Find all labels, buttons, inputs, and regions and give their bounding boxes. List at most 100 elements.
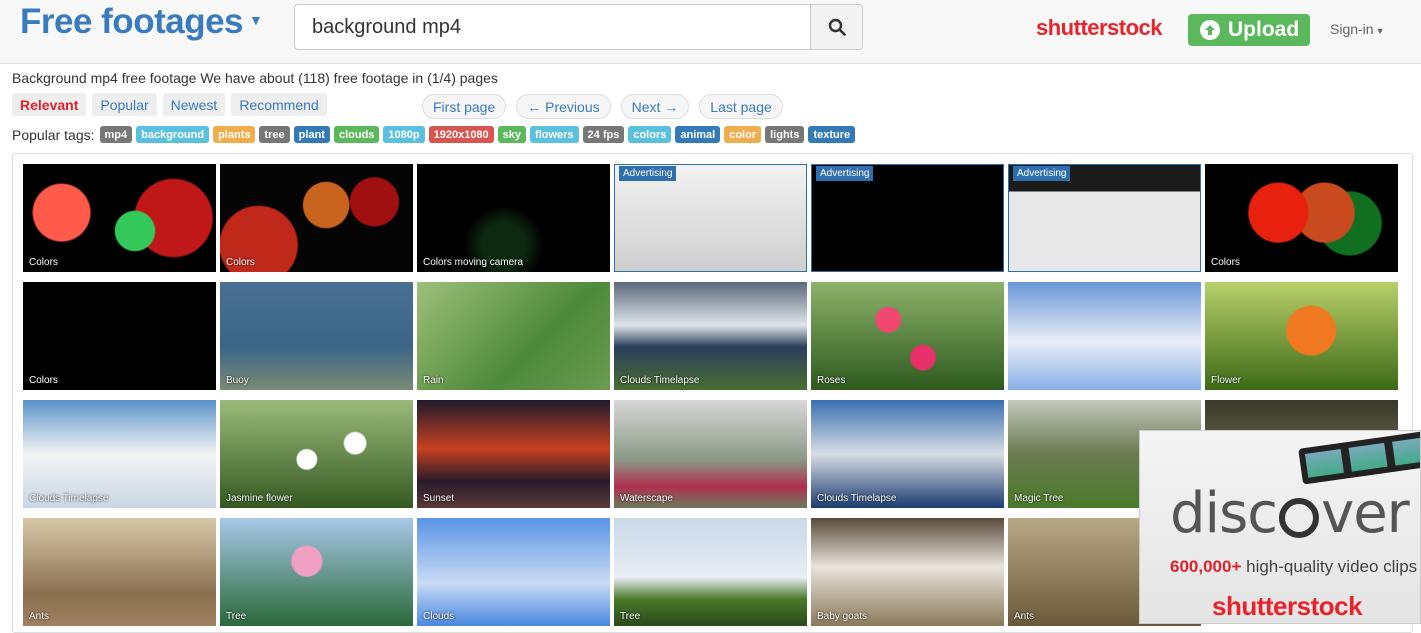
- next-page-button[interactable]: Next →: [620, 94, 690, 119]
- thumbnail-caption: Baby goats: [817, 611, 868, 622]
- tag-sky[interactable]: sky: [497, 126, 527, 143]
- footage-thumbnail[interactable]: Ants: [23, 518, 216, 626]
- footage-thumbnail[interactable]: Colors moving camera: [417, 164, 610, 272]
- signin-label: Sign-in: [1330, 21, 1374, 37]
- popular-tags-label: Popular tags:: [12, 126, 95, 143]
- shutterstock-logo[interactable]: shutterstock: [1036, 15, 1163, 41]
- thumbnail-caption: Clouds: [423, 611, 455, 622]
- sort-tab-relevant[interactable]: Relevant: [12, 93, 87, 116]
- search-input[interactable]: [295, 5, 811, 49]
- caret-down-icon: ▼: [1375, 26, 1385, 36]
- tag-colors[interactable]: colors: [628, 126, 672, 143]
- popular-tags: Popular tags: mp4 background plants tree pla…: [12, 126, 856, 143]
- tag-animal[interactable]: animal: [675, 126, 721, 143]
- thumbnail-caption: Colors: [29, 375, 58, 386]
- footage-thumbnail[interactable]: Clouds Timelapse: [811, 400, 1004, 508]
- tag-clouds[interactable]: clouds: [333, 126, 380, 143]
- thumbnail-caption: Buoy: [226, 375, 249, 386]
- tag-texture[interactable]: texture: [808, 126, 856, 143]
- site-header: Free footages ▼ shutterstock Upload Sign-…: [0, 0, 1421, 64]
- thumbnail-caption: Clouds Timelapse: [29, 493, 109, 504]
- upload-label: Upload: [1228, 18, 1300, 41]
- footage-thumbnail[interactable]: Clouds Timelapse: [23, 400, 216, 508]
- footage-thumbnail[interactable]: Colors: [23, 164, 216, 272]
- shutterstock-ad-banner[interactable]: disc ver 600,000+ high-quality video clip…: [1139, 430, 1421, 624]
- thumbnail-caption: Clouds Timelapse: [620, 375, 700, 386]
- ad-brand-logo: shutterstock: [1212, 591, 1363, 621]
- tag-background[interactable]: background: [136, 126, 210, 143]
- footage-thumbnail[interactable]: Clouds Timelapse: [614, 282, 807, 390]
- footage-thumbnail[interactable]: Flower: [1205, 282, 1398, 390]
- thumbnail-caption: Rain: [423, 375, 444, 386]
- film-reel-icon: [1279, 498, 1320, 538]
- footage-thumbnail[interactable]: Colors: [220, 164, 413, 272]
- footage-thumbnail[interactable]: Baby goats: [811, 518, 1004, 626]
- sort-tabs: Relevant Popular Newest Recommend: [12, 93, 327, 116]
- upload-button[interactable]: Upload: [1188, 14, 1310, 46]
- footage-thumbnail[interactable]: [1008, 282, 1201, 390]
- tag-plant[interactable]: plant: [293, 126, 330, 143]
- last-page-button[interactable]: Last page: [699, 94, 783, 119]
- advertising-badge: Advertising: [816, 166, 874, 181]
- thumbnail-caption: Ants: [29, 611, 50, 622]
- site-logo-text: Free footages: [20, 2, 244, 41]
- search-icon: [828, 18, 846, 36]
- site-logo[interactable]: Free footages ▼: [20, 2, 263, 42]
- ad-tagline: 600,000+ high-quality video clips: [1170, 557, 1417, 577]
- thumbnail-caption: Roses: [817, 375, 846, 386]
- tag-list: mp4 background plants tree plant clouds 1080p 1…: [99, 126, 856, 143]
- upload-arrow-icon: [1200, 20, 1220, 40]
- advertising-badge: Advertising: [619, 166, 677, 181]
- first-page-button[interactable]: First page: [422, 94, 507, 119]
- thumbnail-caption: Magic Tree: [1014, 493, 1064, 504]
- footage-thumbnail[interactable]: Colors: [23, 282, 216, 390]
- sort-tab-newest[interactable]: Newest: [162, 93, 226, 116]
- tag-mp4[interactable]: mp4: [99, 126, 133, 143]
- ad-tagline-text: high-quality video clips: [1246, 557, 1418, 576]
- advertising-thumbnail[interactable]: Advertising: [614, 164, 807, 272]
- sort-tab-recommend[interactable]: Recommend: [231, 93, 327, 116]
- tag-tree[interactable]: tree: [259, 126, 290, 143]
- tag-color[interactable]: color: [724, 126, 762, 143]
- advertising-badge: Advertising: [1013, 166, 1071, 181]
- ad-count: 600,000+: [1170, 557, 1242, 576]
- tag-24-fps[interactable]: 24 fps: [582, 126, 625, 143]
- thumbnail-caption: Flower: [1211, 375, 1242, 386]
- footage-thumbnail[interactable]: Colors: [1205, 164, 1398, 272]
- search-button[interactable]: [810, 5, 862, 49]
- previous-page-button[interactable]: ← Previous: [516, 94, 611, 119]
- thumbnail-caption: Tree: [620, 611, 641, 622]
- thumbnail-caption: Colors moving camera: [423, 257, 524, 268]
- footage-thumbnail[interactable]: Rain: [417, 282, 610, 390]
- advertising-thumbnail[interactable]: Advertising: [1008, 164, 1201, 272]
- footage-thumbnail[interactable]: Tree: [220, 518, 413, 626]
- thumbnail-caption: Waterscape: [620, 493, 673, 504]
- tag-flowers[interactable]: flowers: [530, 126, 579, 143]
- thumbnail-caption: Ants: [1014, 611, 1035, 622]
- advertising-thumbnail[interactable]: Advertising: [811, 164, 1004, 272]
- footage-thumbnail[interactable]: Buoy: [220, 282, 413, 390]
- footage-thumbnail[interactable]: Jasmine flower: [220, 400, 413, 508]
- footage-thumbnail[interactable]: Sunset: [417, 400, 610, 508]
- thumbnail-caption: Clouds Timelapse: [817, 493, 897, 504]
- footage-thumbnail[interactable]: Waterscape: [614, 400, 807, 508]
- thumbnail-caption: Jasmine flower: [226, 493, 293, 504]
- tag-1080p[interactable]: 1080p: [383, 126, 425, 143]
- thumbnail-caption: Colors: [29, 257, 58, 268]
- sort-tab-popular[interactable]: Popular: [92, 93, 157, 116]
- footage-thumbnail[interactable]: Tree: [614, 518, 807, 626]
- tag-plants[interactable]: plants: [213, 126, 256, 143]
- footage-thumbnail[interactable]: Roses: [811, 282, 1004, 390]
- thumbnail-caption: Colors: [226, 257, 255, 268]
- thumbnail-caption: Sunset: [423, 493, 455, 504]
- thumbnail-caption: Tree: [226, 611, 247, 622]
- signin-link[interactable]: Sign-in ▼: [1330, 21, 1385, 37]
- filmstrip-graphic: [1298, 431, 1420, 485]
- results-summary: Background mp4 free footage We have abou…: [12, 70, 498, 86]
- tag-lights[interactable]: lights: [765, 126, 805, 143]
- chevron-down-icon: ▼: [249, 12, 263, 28]
- footage-thumbnail[interactable]: Clouds: [417, 518, 610, 626]
- tag-1920x1080[interactable]: 1920x1080: [428, 126, 494, 143]
- pagination: First page ← Previous Next → Last page: [422, 94, 783, 119]
- ad-headline: disc ver: [1170, 481, 1410, 546]
